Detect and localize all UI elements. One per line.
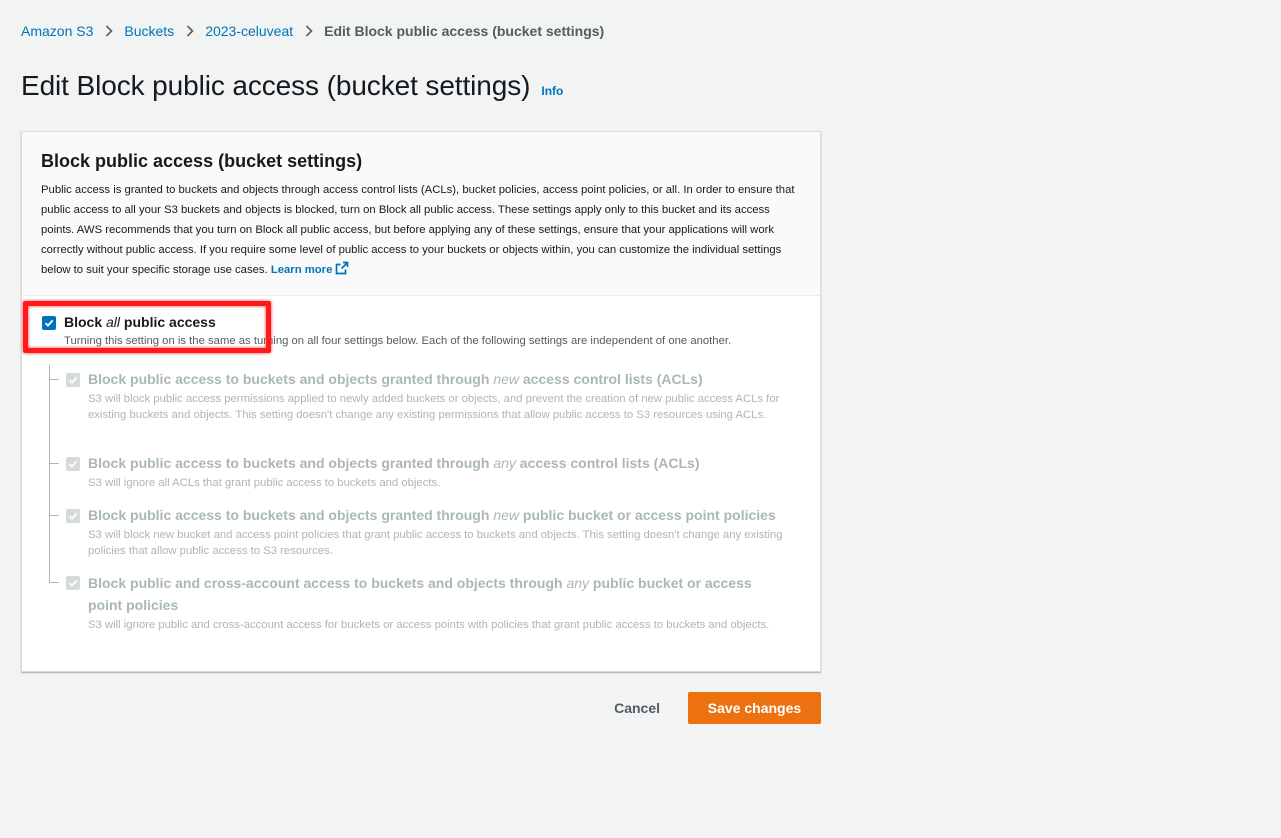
panel-title: Block public access (bucket settings) (41, 151, 363, 171)
page-title: Edit Block public access (bucket setting… (21, 70, 531, 101)
breadcrumb-bucket-name[interactable]: 2023-celuveat (205, 23, 293, 39)
block-new-acls-label[interactable]: Block public access to buckets and objec… (88, 368, 703, 390)
block-new-acls-description: S3 will block public access permissions … (88, 393, 780, 421)
checkmark-icon (68, 512, 78, 520)
info-link[interactable]: Info (541, 84, 563, 98)
block-cross-account-checkbox[interactable] (66, 576, 80, 590)
external-link-icon (335, 261, 349, 275)
block-all-public-access-checkbox[interactable] (42, 316, 56, 330)
block-new-policies-description: S3 will block new bucket and access poin… (88, 529, 783, 557)
block-any-acls-description: S3 will ignore all ACLs that grant publi… (88, 477, 441, 489)
chevron-right-icon (293, 25, 324, 37)
block-any-acls-checkbox[interactable] (66, 457, 80, 471)
block-new-acls-checkbox[interactable] (66, 373, 80, 387)
save-changes-button[interactable]: Save changes (688, 692, 821, 724)
block-any-acls-label[interactable]: Block public access to buckets and objec… (88, 452, 700, 474)
tree-connector (49, 582, 59, 583)
checkmark-icon (68, 460, 78, 468)
block-all-public-access-label[interactable]: Block all public access (64, 314, 216, 330)
block-new-policies-label[interactable]: Block public access to buckets and objec… (88, 504, 776, 526)
breadcrumb-buckets[interactable]: Buckets (124, 23, 174, 39)
tree-connector (49, 365, 50, 582)
panel-description-text: Public access is granted to buckets and … (41, 184, 795, 276)
block-all-public-access-description: Turning this setting on is the same as t… (64, 335, 732, 347)
breadcrumb-amazon-s3[interactable]: Amazon S3 (21, 23, 93, 39)
tree-connector (49, 515, 59, 516)
chevron-right-icon (93, 25, 124, 37)
learn-more-link[interactable]: Learn more (270, 261, 350, 276)
block-cross-account-description: S3 will ignore public and cross-account … (88, 619, 770, 631)
block-cross-account-label[interactable]: Block public and cross-account access to… (88, 572, 788, 616)
block-public-access-panel: Block public access (bucket settings) Pu… (21, 131, 821, 672)
panel-description: Public access is granted to buckets and … (41, 180, 801, 280)
tree-connector (49, 379, 59, 380)
chevron-right-icon (174, 25, 205, 37)
form-actions: Cancel Save changes (594, 692, 821, 724)
checkmark-icon (44, 319, 54, 327)
cancel-button[interactable]: Cancel (594, 692, 680, 724)
checkmark-icon (68, 579, 78, 587)
page-header: Edit Block public access (bucket setting… (21, 70, 563, 102)
tree-connector (49, 463, 59, 464)
breadcrumb: Amazon S3 Buckets 2023-celuveat Edit Blo… (21, 22, 604, 40)
checkmark-icon (68, 376, 78, 384)
learn-more-label: Learn more (270, 264, 333, 276)
breadcrumb-current: Edit Block public access (bucket setting… (324, 23, 605, 39)
block-new-policies-checkbox[interactable] (66, 509, 80, 523)
panel-header: Block public access (bucket settings) Pu… (22, 132, 820, 296)
